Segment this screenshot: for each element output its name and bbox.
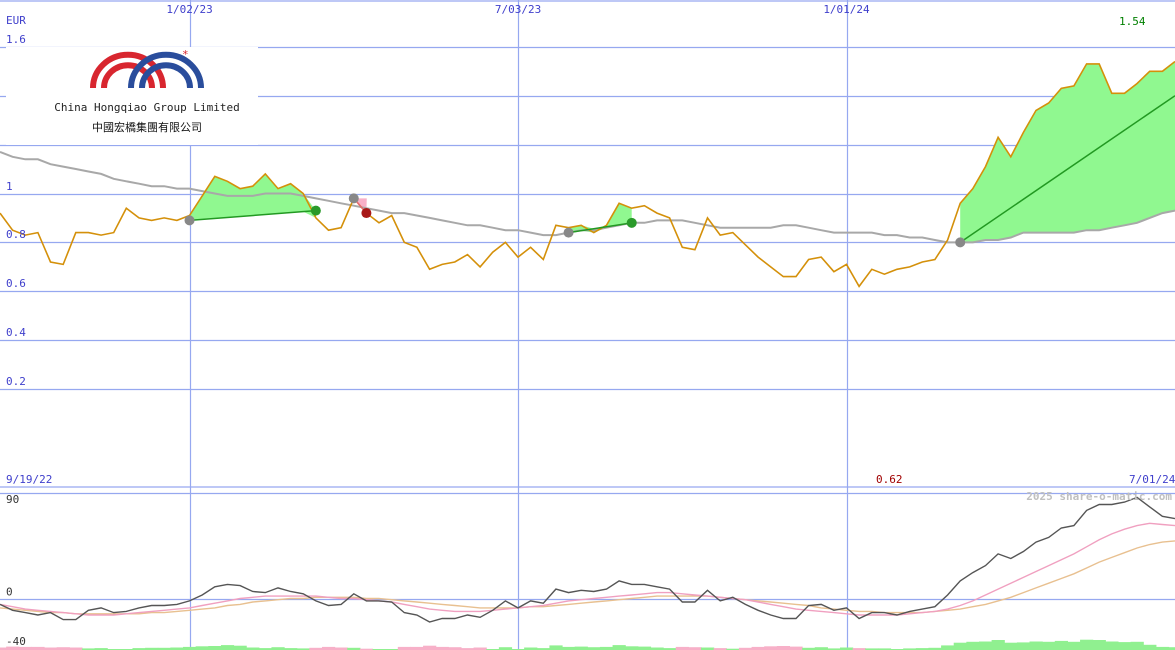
signal-marker [184,215,195,226]
histogram-bar [549,645,563,650]
y-tick-label: 0.8 [6,228,26,241]
histogram-bar [574,646,588,650]
currency-label: EUR [6,14,26,27]
y-tick-label: 1.6 [6,33,26,46]
histogram-bar [1029,641,1043,650]
y-tick-label: 1 [6,180,13,193]
x-tick-label: 1/01/24 [823,3,870,16]
osc-tick-label: 0 [6,586,13,599]
company-name-chinese: 中國宏橋集團有限公司 [92,120,202,134]
histogram-bar [233,645,247,650]
watermark: 2025 share-o-matic.com [1026,490,1172,503]
histogram-bar [978,641,993,650]
svg-text:*: * [182,48,189,61]
histogram-bar [764,646,778,650]
histogram-bar [991,640,1005,650]
histogram-bar [1130,641,1144,650]
y-tick-label: 0.4 [6,326,26,339]
histogram-bar [1067,641,1081,650]
y-tick-label: 0.6 [6,277,26,290]
histogram-bar [789,646,803,650]
histogram-bar [625,646,639,650]
histogram-bar [637,646,652,650]
histogram-bar [423,645,437,650]
histogram-bar [1016,642,1031,650]
start-date-label: 9/19/22 [6,473,52,486]
histogram-bar [776,646,791,650]
histogram-bar [966,641,980,650]
y-tick-label: 0.2 [6,375,26,388]
histogram-bar [1117,642,1132,650]
signal-marker [626,217,637,228]
histogram-bar [1143,644,1157,650]
signal-marker [348,193,359,204]
histogram-bar [1054,640,1068,650]
signal-marker [361,208,372,219]
histogram-bar [220,645,235,650]
histogram-bar [953,642,967,650]
x-tick-label: 1/02/23 [166,3,212,16]
histogram-bar [1105,641,1119,650]
histogram-bar [208,646,222,650]
x-tick-label: 7/03/23 [495,3,541,16]
chart: 1.81.61.41.210.80.60.40.2 1/02/237/03/23… [0,0,1175,650]
histogram-bar [941,645,955,650]
signal-marker [310,205,321,216]
end-date-label: 7/01/24 [1129,473,1175,486]
histogram-bar [195,646,209,650]
company-logo: * China Hongqiao Group Limited 中國宏橋集團有限公… [6,47,258,145]
histogram-bar [1004,642,1018,650]
histogram-bar [1080,639,1094,650]
osc-tick-label: 90 [6,493,19,506]
company-name: China Hongqiao Group Limited [54,101,239,114]
signal-marker [955,237,966,248]
histogram-bar [1092,640,1106,650]
histogram-bar [612,645,626,650]
low-marker-label: 0.62 [876,473,903,486]
histogram-bar [1042,641,1056,650]
last-price-label: 1.54 [1119,15,1146,28]
osc-tick-label: -40 [6,635,26,648]
signal-marker [563,227,574,238]
